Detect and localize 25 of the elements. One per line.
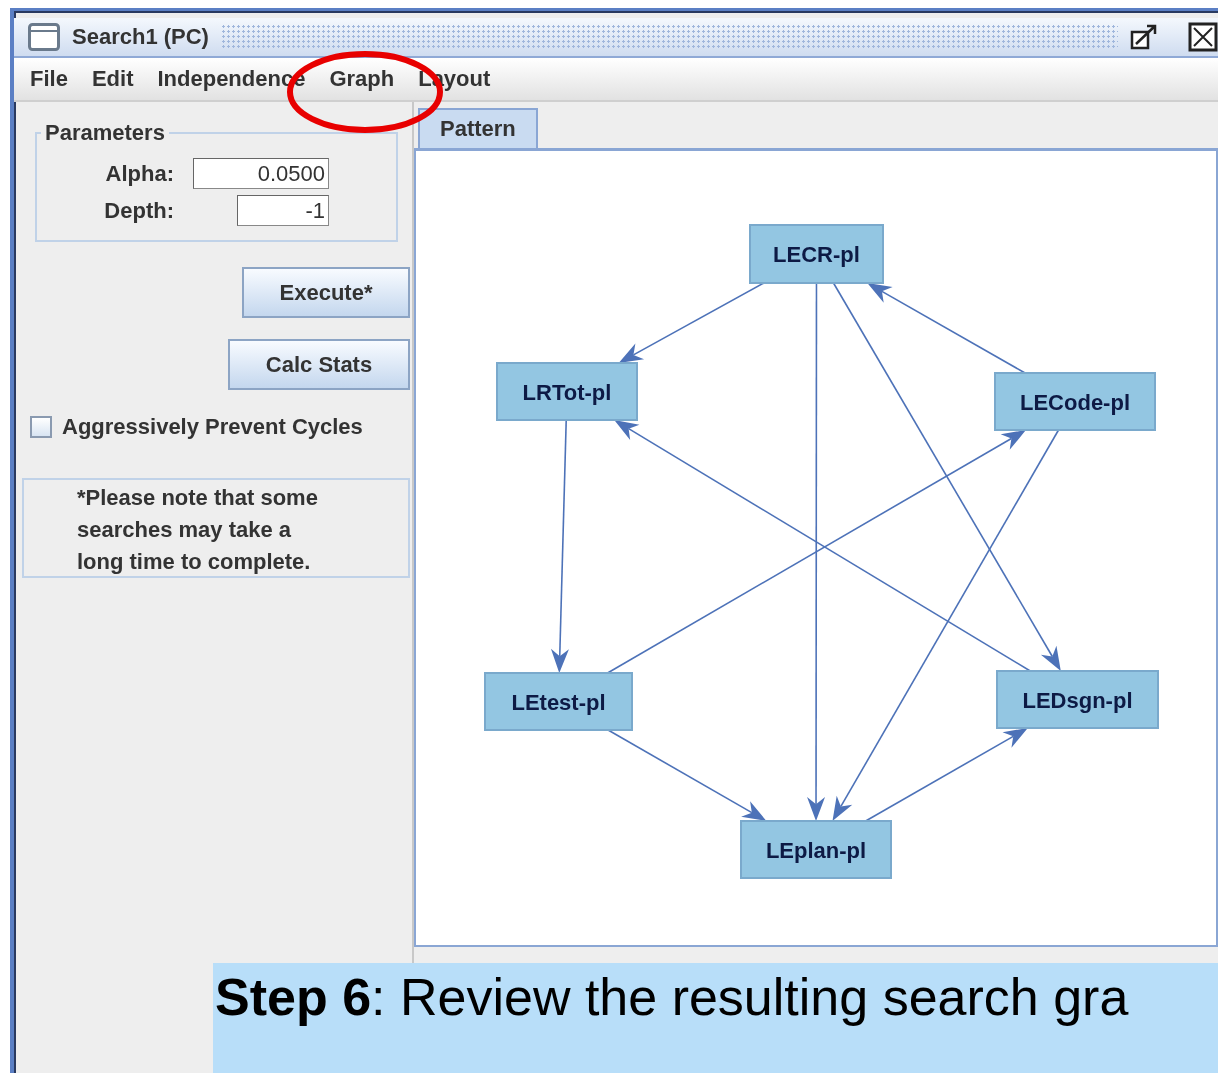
title-bar-grip[interactable]	[220, 24, 1118, 50]
menu-item[interactable]: File	[30, 66, 68, 92]
note-text: *Please note that some searches may take a long time to complete.	[77, 484, 319, 576]
input-field[interactable]: 0.0500	[193, 158, 329, 189]
window-icon	[28, 23, 60, 51]
menu-item[interactable]: Edit	[91, 66, 134, 92]
field-label: Alpha:	[104, 160, 174, 187]
menu-item[interactable]: Graph	[329, 66, 395, 92]
checkbox-label[interactable]: Aggressively Prevent Cycles	[62, 414, 363, 440]
action-button[interactable]: Execute*	[242, 267, 410, 318]
graph-node: LEtest-pl	[484, 672, 633, 731]
parameters-title: Parameters	[44, 120, 166, 146]
graph-node: LECode-pl	[994, 372, 1156, 431]
checkbox[interactable]	[30, 416, 52, 438]
close-icon[interactable]	[1188, 22, 1218, 52]
graph-node: LEplan-pl	[740, 820, 892, 879]
field-label: Depth:	[103, 197, 174, 224]
tab[interactable]: Pattern	[418, 108, 538, 148]
action-button[interactable]: Calc Stats	[228, 339, 410, 390]
graph-node: LRTot-pl	[496, 362, 638, 421]
caption-text: Step 6: Review the resulting search gra	[214, 967, 1130, 1028]
graph-node: LECR-pl	[749, 224, 884, 284]
graph-node: LEDsgn-pl	[996, 670, 1159, 729]
window-title: Search1 (PC)	[72, 24, 209, 50]
input-field[interactable]: -1	[237, 195, 329, 226]
